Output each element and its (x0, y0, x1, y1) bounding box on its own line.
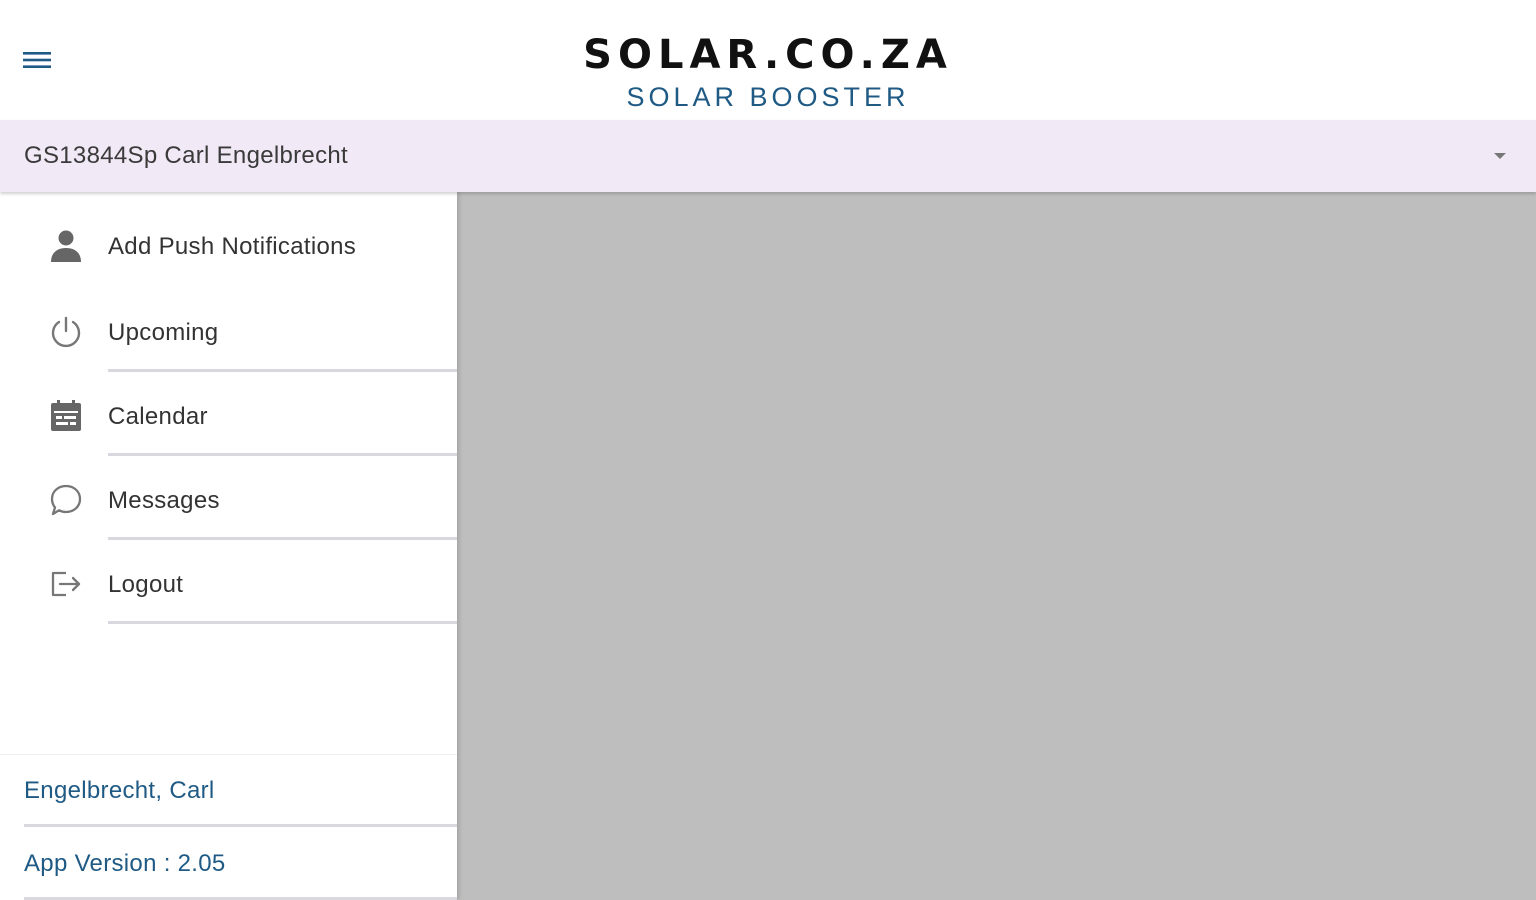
calendar-icon (46, 396, 86, 436)
menu-item-label: Upcoming (108, 319, 219, 346)
person-icon (46, 226, 86, 266)
dropdown-caret-icon (1494, 153, 1506, 159)
menu-item-label: Calendar (108, 403, 208, 430)
menu-item-messages[interactable]: Messages (0, 456, 457, 540)
chat-bubble-icon (46, 480, 86, 520)
logout-icon (46, 564, 86, 604)
account-selector-dropdown[interactable]: GS13844Sp Carl Engelbrecht (0, 120, 1536, 192)
brand-title: SOLAR.CO.ZA (583, 32, 953, 78)
app-root: SOLAR.CO.ZA SOLAR BOOSTER GS13844Sp Carl… (0, 0, 1536, 900)
brand-subtitle: SOLAR BOOSTER (626, 82, 910, 112)
footer-user-name: Engelbrecht, Carl (0, 755, 457, 827)
menu-item-calendar[interactable]: Calendar (0, 372, 457, 456)
footer-app-version: App Version : 2.05 (0, 828, 457, 900)
menu-item-upcoming[interactable]: Upcoming (0, 288, 457, 372)
menu-item-add-push-notifications[interactable]: Add Push Notifications (0, 204, 457, 288)
app-header: SOLAR.CO.ZA SOLAR BOOSTER (0, 0, 1536, 120)
side-drawer: Add Push Notifications Upcoming Calendar… (0, 192, 457, 900)
menu-item-label: Add Push Notifications (108, 233, 357, 260)
menu-item-label: Messages (108, 487, 220, 514)
drawer-backdrop[interactable] (457, 192, 1536, 900)
account-selector-value: GS13844Sp Carl Engelbrecht (24, 142, 348, 169)
menu-item-label: Logout (108, 571, 184, 598)
user-name-text: Engelbrecht, Carl (24, 777, 215, 804)
power-icon (46, 312, 86, 352)
menu-item-logout[interactable]: Logout (0, 540, 457, 624)
app-version-text: App Version : 2.05 (24, 850, 226, 877)
brand-logo: SOLAR.CO.ZA SOLAR BOOSTER (0, 30, 1536, 112)
